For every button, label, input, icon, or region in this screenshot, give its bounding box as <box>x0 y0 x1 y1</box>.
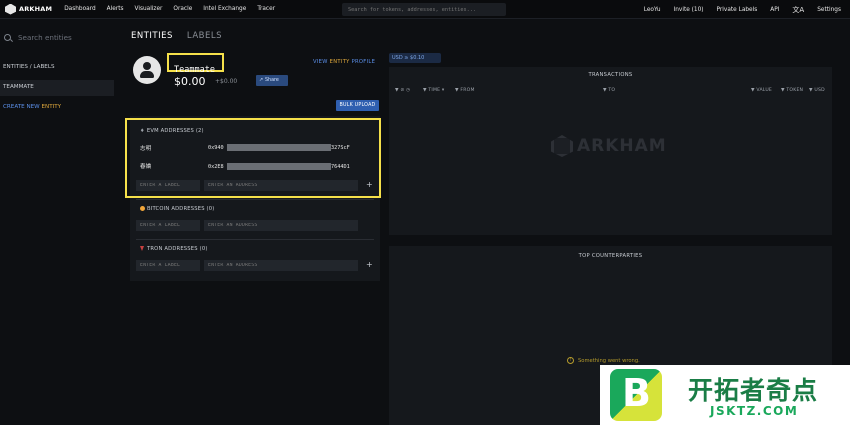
usd-filter-chip[interactable]: USD ≥ $0.10 <box>389 53 441 63</box>
tron-icon <box>140 246 144 251</box>
invite-link[interactable]: Invite (10) <box>674 7 704 13</box>
create-new-prefix: CREATE NEW <box>3 104 42 110</box>
top-nav: ARKHAM Dashboard Alerts Visualizer Oracl… <box>0 0 850 19</box>
transactions-title: TRANSACTIONS <box>588 72 633 78</box>
user-icon-head <box>143 62 151 70</box>
nav-link-alerts[interactable]: Alerts <box>107 6 124 12</box>
error-message: ! Something went wrong. <box>567 357 640 364</box>
create-new-entity-link[interactable]: CREATE NEW ENTITY <box>3 104 61 110</box>
watermark-text: ARKHAM <box>577 136 667 156</box>
warning-icon: ! <box>567 357 574 364</box>
col-token-label: TOKEN <box>786 88 804 93</box>
sidebar-item-entities-labels[interactable]: ENTITIES / LABELS <box>3 64 55 70</box>
user-icon-body <box>140 71 154 78</box>
top-counterparties-title: TOP COUNTERPARTIES <box>578 253 643 259</box>
entity-search-placeholder: Search entities <box>18 33 72 42</box>
sidebar-item-teammate[interactable]: TEAMMATE <box>3 84 34 90</box>
view-entity-profile-link[interactable]: VIEW ENTITY PROFILE <box>313 59 375 65</box>
nav-link-intel-exchange[interactable]: Intel Exchange <box>203 6 246 12</box>
view-suffix: PROFILE <box>349 59 376 65</box>
view-prefix: VIEW <box>313 59 330 65</box>
nav-links: Dashboard Alerts Visualizer Oracle Intel… <box>64 6 286 12</box>
nav-right: LeoYu Invite (10) Private Labels API 文A … <box>631 0 841 19</box>
arkham-logo[interactable]: ARKHAM <box>5 3 53 15</box>
promo-title: 开拓者奇点 <box>688 376 819 405</box>
brand-name: ARKHAM <box>19 5 53 13</box>
col-time[interactable]: ▼ TIME ▾ <box>423 88 444 93</box>
col-to-label: TO <box>608 88 616 93</box>
col-to[interactable]: ▼ TO <box>603 88 615 93</box>
private-labels-link[interactable]: Private Labels <box>717 7 758 13</box>
nav-link-oracle[interactable]: Oracle <box>173 6 192 12</box>
arkham-watermark: ARKHAM <box>551 135 667 157</box>
settings-link[interactable]: Settings <box>817 7 841 13</box>
col-usd[interactable]: ▼ USD <box>809 88 825 93</box>
main-tabs: ENTITIES LABELS <box>131 31 236 41</box>
entity-balance: $0.00 <box>174 75 206 88</box>
col-time-label: TIME <box>428 88 441 93</box>
filter-icon[interactable]: ▼ ⊘ ◷ <box>395 88 410 93</box>
tron-add-button[interactable]: + <box>366 260 373 269</box>
user-menu[interactable]: LeoYu <box>644 7 661 13</box>
col-token[interactable]: ▼ TOKEN <box>781 88 803 93</box>
col-from[interactable]: ▼ FROM <box>455 88 475 93</box>
entity-balance-change: +$0.00 <box>215 78 238 85</box>
bitcoin-label-input[interactable] <box>136 220 200 231</box>
tron-title-text: TRON ADDRESSES (0) <box>147 246 208 252</box>
bulk-upload-button[interactable]: BULK UPLOAD <box>336 100 379 111</box>
col-from-label: FROM <box>460 88 475 93</box>
bitcoin-section-title: BITCOIN ADDRESSES (0) <box>140 206 215 212</box>
promo-logo-icon: B <box>610 369 662 421</box>
tron-section-title: TRON ADDRESSES (0) <box>140 246 208 252</box>
promo-logo-letter: B <box>622 371 651 415</box>
bitcoin-address-input[interactable] <box>204 220 358 231</box>
transactions-panel: TRANSACTIONS ▼ ⊘ ◷ ▼ TIME ▾ ▼ FROM ▼ TO … <box>389 67 832 235</box>
nav-link-visualizer[interactable]: Visualizer <box>135 6 163 12</box>
entity-search[interactable]: Search entities <box>4 33 72 42</box>
search-icon <box>4 34 11 41</box>
nav-link-tracer[interactable]: Tracer <box>257 6 275 12</box>
promo-url: JSKTZ.COM <box>710 404 799 418</box>
tron-address-input[interactable] <box>204 260 358 271</box>
share-button[interactable]: Share <box>256 75 288 86</box>
tron-label-input[interactable] <box>136 260 200 271</box>
global-search-input[interactable] <box>342 3 506 16</box>
nav-link-dashboard[interactable]: Dashboard <box>64 6 95 12</box>
entity-name: Teammate <box>174 65 215 75</box>
col-usd-label: USD <box>814 88 825 93</box>
entity-name-box[interactable]: Teammate <box>167 53 224 75</box>
promo-watermark-banner: B 开拓者奇点 JSKTZ.COM <box>600 365 850 425</box>
col-value-label: VALUE <box>756 88 772 93</box>
section-divider <box>136 199 374 200</box>
error-text: Something went wrong. <box>578 358 640 364</box>
bitcoin-title-text: BITCOIN ADDRESSES (0) <box>147 206 215 212</box>
tab-labels[interactable]: LABELS <box>187 31 222 41</box>
translate-icon[interactable]: 文A <box>792 5 804 15</box>
section-divider <box>136 239 374 240</box>
arkham-logo-icon <box>5 3 16 15</box>
view-highlight: ENTITY <box>329 59 350 65</box>
tab-entities[interactable]: ENTITIES <box>131 31 173 41</box>
sidebar: Search entities ENTITIES / LABELS TEAMMA… <box>0 19 120 425</box>
col-value[interactable]: ▼ VALUE <box>751 88 772 93</box>
create-new-highlight: ENTITY <box>41 104 62 110</box>
entity-avatar <box>133 56 161 84</box>
api-link[interactable]: API <box>770 7 779 13</box>
bitcoin-icon <box>140 206 145 211</box>
evm-highlight-box <box>125 118 381 198</box>
arkham-watermark-icon <box>551 135 573 157</box>
